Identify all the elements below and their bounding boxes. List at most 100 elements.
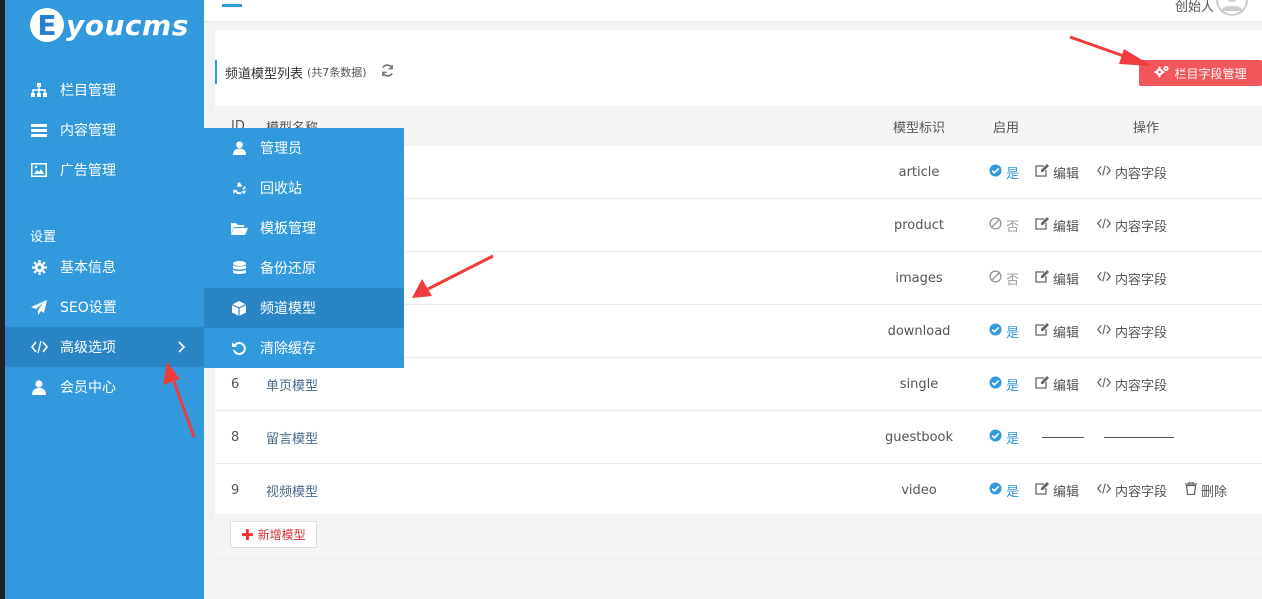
enabled-yes[interactable]: 是 [989, 428, 1019, 447]
row-enabled: 是 [989, 146, 1019, 198]
delete-link[interactable]: 删除 [1185, 480, 1227, 500]
advanced-submenu: 管理员 回收站 模板管理 备份还原 频道模型 清除缓存 [204, 128, 404, 368]
content-fields-label: 内容字段 [1115, 378, 1168, 394]
sidebar-item-seo[interactable]: SEO设置 [5, 287, 204, 327]
code-icon [1096, 270, 1115, 286]
content-fields-label: 内容字段 [1115, 484, 1168, 500]
content-fields-link[interactable]: 内容字段 [1096, 163, 1167, 182]
sidebar-item-basic-info[interactable]: 基本信息 [5, 247, 204, 287]
content-fields-label: 内容字段 [1115, 219, 1168, 235]
sidebar-item-label: 栏目管理 [60, 83, 116, 99]
enabled-yes[interactable]: 是 [989, 322, 1019, 341]
submenu-item-templates[interactable]: 模板管理 [204, 208, 404, 248]
sidebar-item-content[interactable]: 内容管理 [5, 110, 204, 150]
edit-icon [1035, 163, 1053, 181]
placeholder-dash [1104, 436, 1174, 438]
add-model-button[interactable]: ✚ 新增模型 [230, 521, 317, 548]
edit-link[interactable]: 编辑 [1035, 216, 1079, 235]
code-icon [1096, 164, 1115, 180]
submenu-item-label: 备份还原 [260, 261, 316, 277]
enabled-yes[interactable]: 是 [989, 375, 1019, 394]
edit-link[interactable]: 编辑 [1035, 269, 1079, 288]
column-fields-button[interactable]: 栏目字段管理 [1139, 60, 1262, 86]
enabled-label: 是 [1006, 431, 1020, 447]
submenu-item-channel-model[interactable]: 频道模型 [204, 288, 404, 328]
logo-text: youcms [66, 8, 189, 42]
record-count: (共7条数据) [307, 66, 367, 79]
content-fields-link[interactable]: 内容字段 [1096, 481, 1168, 500]
code-icon [1096, 482, 1115, 498]
add-bar: ✚ 新增模型 [215, 514, 1262, 556]
col-enabled: 启用 [993, 120, 1020, 136]
edit-link[interactable]: 编辑 [1035, 322, 1079, 341]
sidebar: E youcms 栏目管理 内容管理 广告管理 设置 基本信息 SEO设置 高级… [5, 0, 204, 599]
menu-toggle-icon[interactable] [222, 4, 242, 7]
placeholder-dash [1042, 436, 1084, 438]
settings-heading: 设置 [30, 230, 57, 245]
edit-link[interactable]: 编辑 [1035, 481, 1079, 500]
enabled-no[interactable]: 否 [989, 216, 1019, 235]
enabled-yes[interactable]: 是 [989, 481, 1019, 500]
edit-link[interactable]: 编辑 [1035, 375, 1079, 394]
submenu-item-recycle[interactable]: 回收站 [204, 168, 404, 208]
user-name[interactable]: 创始人 [1175, 0, 1214, 15]
folder-open-icon [230, 222, 248, 235]
code-icon [1096, 323, 1115, 339]
sidebar-item-members[interactable]: 会员中心 [5, 367, 204, 407]
submenu-item-label: 频道模型 [260, 301, 316, 317]
enabled-no[interactable]: 否 [989, 269, 1019, 288]
edit-label: 编辑 [1053, 484, 1080, 500]
content-fields-link[interactable]: 内容字段 [1096, 216, 1168, 235]
sidebar-item-label: 内容管理 [60, 123, 116, 139]
submenu-item-clear-cache[interactable]: 清除缓存 [204, 328, 404, 368]
sidebar-item-label: 会员中心 [60, 380, 116, 396]
edit-label: 编辑 [1053, 325, 1080, 341]
sidebar-item-ads[interactable]: 广告管理 [5, 150, 204, 190]
row-enabled: 是 [989, 411, 1019, 463]
sidebar-item-columns[interactable]: 栏目管理 [5, 70, 204, 110]
database-icon [230, 260, 248, 276]
cube-icon [230, 300, 248, 316]
row-ident: download [887, 323, 951, 339]
submenu-item-label: 模板管理 [260, 221, 316, 237]
image-icon [30, 163, 48, 177]
row-actions: 编辑 内容字段 [1035, 252, 1185, 304]
submenu-item-backup[interactable]: 备份还原 [204, 248, 404, 288]
edit-link[interactable]: 编辑 [1035, 163, 1079, 182]
table-row: 8 留言模型 guestbook 是 [215, 411, 1262, 464]
content-fields-link[interactable]: 内容字段 [1096, 322, 1167, 341]
chevron-right-icon [178, 338, 186, 357]
sidebar-item-label: 基本信息 [60, 260, 116, 276]
enabled-label: 是 [1006, 484, 1020, 500]
add-model-label: 新增模型 [257, 528, 306, 542]
sidebar-item-label: 高级选项 [60, 340, 116, 356]
row-id: 8 [231, 429, 240, 445]
check-circle-icon [989, 322, 1002, 340]
row-name[interactable]: 留言模型 [266, 411, 318, 463]
enabled-label: 否 [1006, 219, 1020, 235]
user-icon [30, 379, 48, 395]
avatar[interactable] [1216, 0, 1248, 16]
refresh-icon[interactable] [381, 63, 394, 81]
sitemap-icon [30, 83, 48, 97]
code-icon [30, 341, 48, 353]
column-fields-label: 栏目字段管理 [1174, 66, 1247, 81]
topbar: 创始人 [204, 0, 1262, 22]
content-fields-link[interactable]: 内容字段 [1096, 375, 1168, 394]
page-title-text: 频道模型列表 [225, 66, 304, 82]
row-ident: video [901, 482, 937, 498]
row-ident: article [898, 164, 940, 180]
logo: E youcms [30, 4, 189, 46]
user-icon [230, 141, 248, 155]
content-fields-link[interactable]: 内容字段 [1096, 269, 1167, 288]
submenu-item-admin[interactable]: 管理员 [204, 128, 404, 168]
sidebar-item-label: 广告管理 [60, 163, 116, 179]
sidebar-item-advanced[interactable]: 高级选项 [5, 327, 204, 367]
enabled-label: 是 [1006, 166, 1020, 182]
row-name[interactable]: 视频模型 [266, 464, 318, 516]
enabled-yes[interactable]: 是 [989, 163, 1019, 182]
edit-icon [1035, 322, 1053, 340]
row-id: 9 [231, 482, 240, 498]
edit-icon [1035, 216, 1053, 234]
paper-plane-icon [30, 299, 48, 315]
